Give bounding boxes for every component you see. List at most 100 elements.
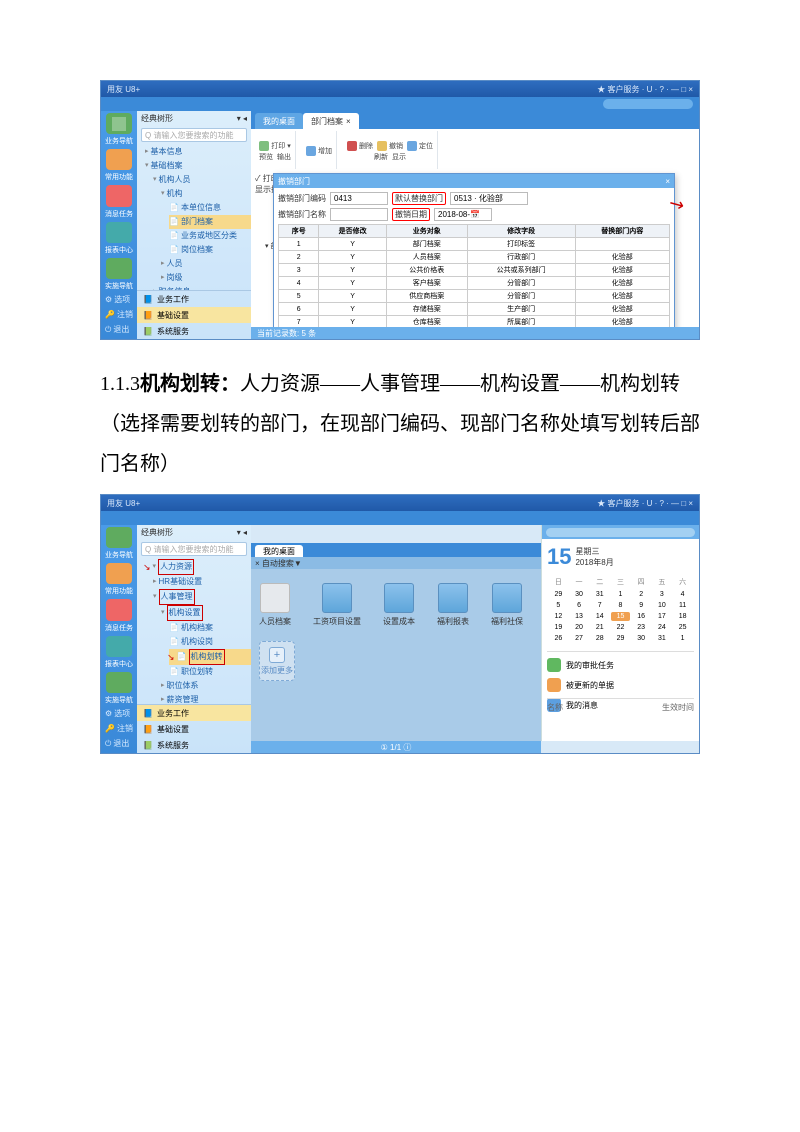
tree-item[interactable]: ▾基础档案	[145, 159, 251, 173]
add-shortcut[interactable]: +添加更多	[259, 641, 295, 681]
default-input[interactable]: 0513 · 化验部	[450, 192, 528, 205]
tree-item[interactable]: 📄 业务或地区分类	[169, 229, 251, 243]
opt-btn[interactable]: ⚙ 选项	[105, 294, 133, 305]
tree-header: 经典树形	[141, 527, 173, 538]
nav-impl[interactable]	[106, 258, 132, 279]
nav-business[interactable]	[106, 527, 132, 548]
refresh-btn[interactable]: 刷新	[374, 152, 388, 162]
nav-common[interactable]	[106, 149, 132, 170]
tree-item[interactable]: 📄 机构档案	[169, 621, 251, 635]
print-btn[interactable]: 打印▾	[259, 141, 291, 151]
preview-btn[interactable]: 预览	[259, 152, 273, 162]
tree-item[interactable]: 📄 岗位档案	[169, 243, 251, 257]
ribbon: 打印▾ 预览输出 增加 删除撤销定位 刷新显示	[251, 129, 699, 174]
global-search[interactable]	[603, 99, 693, 109]
nav-tree-panel: 经典树形▾ ◂ Q 请输入您要搜索的功能 ↘▾人力资源 ▸HR基础设置 ▾人事管…	[137, 525, 251, 753]
nav-msg[interactable]	[106, 599, 132, 620]
tree-item[interactable]: ▾机构人员	[153, 173, 251, 187]
logout-btn[interactable]: 🔑 注销	[105, 723, 133, 734]
tree-search[interactable]: Q 请输入您要搜索的功能	[141, 542, 247, 556]
nav-report-label: 报表中心	[105, 247, 133, 254]
nav-report-label: 报表中心	[105, 661, 133, 668]
nav-common[interactable]	[106, 563, 132, 584]
panel-base[interactable]: 📙 基础设置	[137, 307, 251, 323]
default-label: 默认替换部门	[392, 192, 446, 205]
calendar-header: 15 星期三2018年8月	[547, 544, 694, 570]
tree-item[interactable]: ▸人员	[161, 257, 251, 271]
nav-msg[interactable]	[106, 185, 132, 206]
nav-impl[interactable]	[106, 672, 132, 693]
tree-item-selected[interactable]: 📄 部门档案	[169, 215, 251, 229]
nav-msg-label: 消息任务	[105, 625, 133, 632]
tree-item[interactable]: 📄 本单位信息	[169, 201, 251, 215]
tree-item[interactable]: ▸基本信息	[145, 145, 251, 159]
date-input[interactable]: 2018-08-📅	[434, 208, 492, 221]
window-controls-text: ★ 客户服务 · U · ? · — □ ×	[597, 84, 693, 95]
shortcut-welfare-ins[interactable]: 福利社保	[491, 583, 523, 627]
table-row[interactable]: 1Y部门档案打印标签	[279, 238, 670, 251]
panel-base[interactable]: 📙 基础设置	[137, 721, 251, 737]
shortcut-welfare-rpt[interactable]: 福利报表	[437, 583, 469, 627]
shortcut-personnel[interactable]: 人员档案	[259, 583, 291, 627]
app-brand: 用友 U8+	[107, 84, 140, 95]
table-row[interactable]: 3Y公共价格表公共或系列部门化验部	[279, 264, 670, 277]
table-row[interactable]: 6Y存储档案生产部门化验部	[279, 303, 670, 316]
app-brand: 用友 U8+	[107, 498, 140, 509]
tree-hr-mgmt[interactable]: ▾人事管理	[153, 589, 251, 605]
todo-approvals[interactable]: 我的审批任务	[547, 658, 694, 672]
table-row[interactable]: 4Y客户档案分管部门化验部	[279, 277, 670, 290]
add-btn[interactable]: 增加	[306, 146, 332, 156]
exit-btn[interactable]: ⏻ 退出	[105, 324, 133, 335]
output-btn[interactable]: 输出	[277, 152, 291, 162]
shortcut-cost[interactable]: 设置成本	[383, 583, 415, 627]
tree-item[interactable]: 📄 机构设岗	[169, 635, 251, 649]
tree-item[interactable]: ▾机构	[161, 187, 251, 201]
tree-item[interactable]: ▸HR基础设置	[153, 575, 251, 589]
panel-biz[interactable]: 📘 业务工作	[137, 291, 251, 307]
tree-org-set[interactable]: ▾机构设置	[161, 605, 251, 621]
replace-table: 序号是否修改业务对象修改字段替换部门内容 1Y部门档案打印标签 2Y人员档案行政…	[278, 224, 670, 340]
date-weekday: 星期三	[575, 546, 613, 557]
tree-header: 经典树形	[141, 113, 173, 124]
panel-sys[interactable]: 📗 系统服务	[137, 323, 251, 339]
nav-business[interactable]	[106, 113, 132, 134]
tab-dept-archive[interactable]: 部门档案 ×	[303, 113, 359, 129]
todo-updated[interactable]: 被更新的单据	[547, 678, 694, 692]
tree-item[interactable]: ▸岗级	[161, 271, 251, 285]
nav-business-label: 业务导航	[105, 552, 133, 559]
window-controls[interactable]: ★ 客户服务 · U · ? · — □ ×	[597, 84, 693, 95]
title-bar: 用友 U8+ ★ 客户服务 · U · ? · — □ ×	[101, 495, 699, 511]
logout-btn[interactable]: 🔑 注销	[105, 309, 133, 320]
right-search[interactable]	[546, 528, 695, 537]
code-input[interactable]: 0413	[330, 192, 388, 205]
exit-btn[interactable]: ⏻ 退出	[105, 738, 133, 749]
tree-item[interactable]: ▸职位体系	[161, 679, 251, 693]
calendar[interactable]: 日一二三四五六 2930311234 567891011 12131415161…	[547, 574, 694, 645]
shortcut-payroll[interactable]: 工资项目设置	[313, 583, 361, 627]
panel-biz[interactable]: 📘 业务工作	[137, 705, 251, 721]
tree-search[interactable]: Q 请输入您要搜索的功能	[141, 128, 247, 142]
tree-item[interactable]: ▸薪资管理	[161, 693, 251, 704]
tree-item[interactable]: 📄 职位划转	[169, 665, 251, 679]
table-row[interactable]: 2Y人员档案行政部门化验部	[279, 251, 670, 264]
nav-report[interactable]	[106, 636, 132, 657]
name-input[interactable]	[330, 208, 388, 221]
tab-desktop[interactable]: 我的桌面	[255, 545, 303, 557]
tree-hr-root[interactable]: ↘▾人力资源	[145, 559, 251, 575]
pager[interactable]: ① 1/1 ⓘ	[251, 741, 541, 753]
undo-btn[interactable]: 撤销	[377, 141, 403, 151]
close-icon[interactable]: ×	[346, 117, 351, 126]
del-btn[interactable]: 删除	[347, 141, 373, 151]
show-btn[interactable]: 显示	[392, 152, 406, 162]
tab-desktop[interactable]: 我的桌面	[255, 113, 303, 129]
nav-impl-label: 实施导航	[105, 283, 133, 290]
dialog-close[interactable]: ×	[665, 177, 670, 186]
opt-btn[interactable]: ⚙ 选项	[105, 708, 133, 719]
screenshot-org-transfer: 用友 U8+ ★ 客户服务 · U · ? · — □ × 业务导航 常用功能 …	[100, 494, 700, 754]
table-row[interactable]: 5Y供应商档案分管部门化验部	[279, 290, 670, 303]
panel-sys[interactable]: 📗 系统服务	[137, 737, 251, 753]
loc-btn[interactable]: 定位	[407, 141, 433, 151]
nav-report[interactable]	[106, 222, 132, 243]
window-controls[interactable]: ★ 客户服务 · U · ? · — □ ×	[597, 498, 693, 509]
tree-org-transfer[interactable]: ↘📄 机构划转	[169, 649, 251, 665]
